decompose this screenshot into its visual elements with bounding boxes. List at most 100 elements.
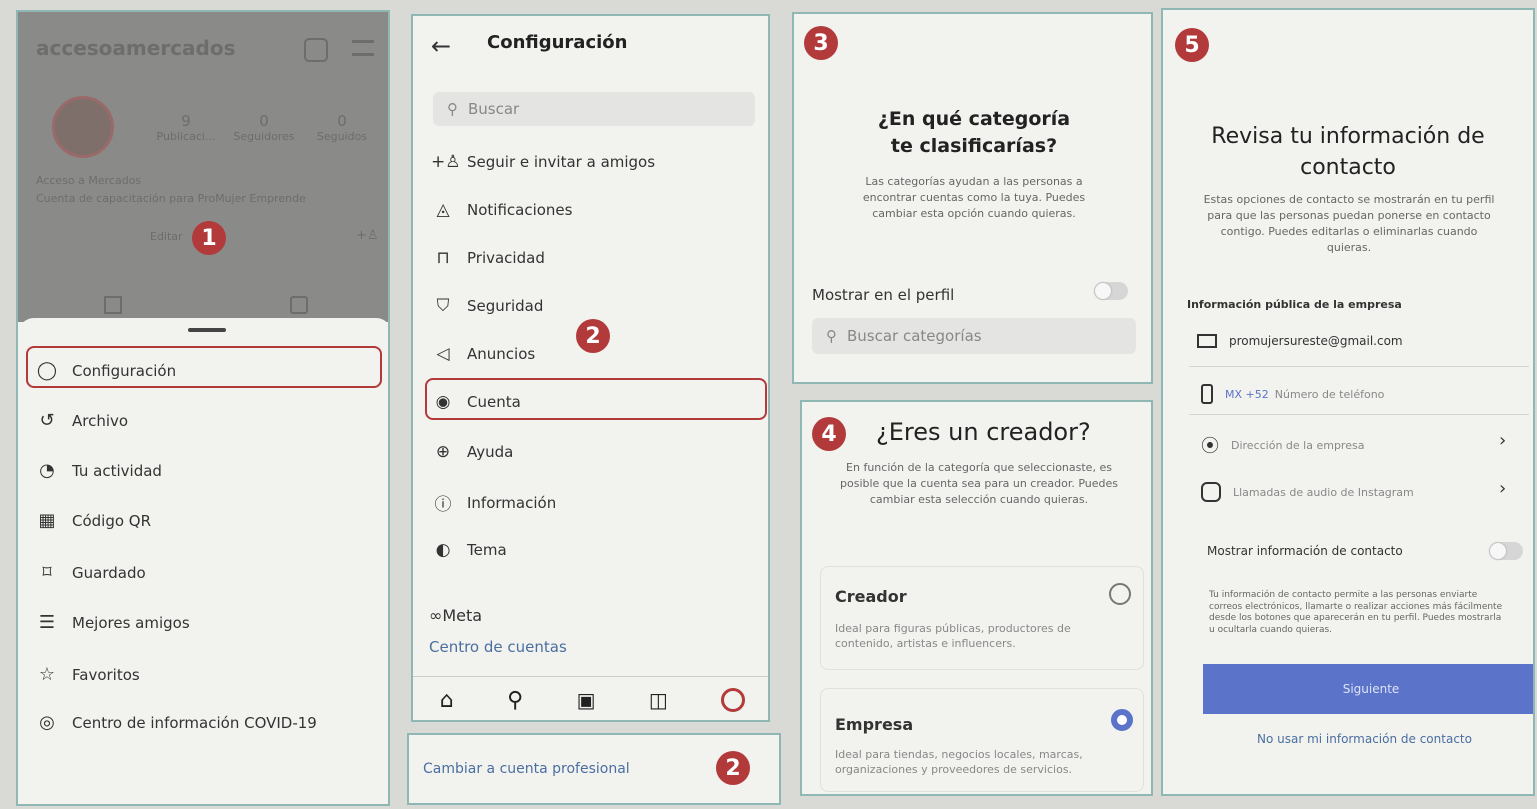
- show-contact-toggle[interactable]: [1489, 542, 1523, 560]
- option-description: Ideal para figuras públicas, productores…: [835, 622, 1071, 651]
- menu-item-tu-actividad[interactable]: ◔ Tu actividad: [34, 460, 162, 481]
- stat-label: Seguidos: [316, 130, 368, 143]
- phone-prefix[interactable]: MX +52: [1225, 388, 1269, 401]
- profile-icon[interactable]: [721, 688, 746, 712]
- settings-search-input[interactable]: ⚲ Buscar: [433, 92, 755, 126]
- category-description: Las categorías ayudan a las personas a e…: [862, 175, 1086, 220]
- back-arrow-icon[interactable]: ←: [431, 32, 451, 60]
- step-badge: 4: [812, 417, 846, 451]
- accounts-center-link[interactable]: Centro de cuentas: [429, 638, 567, 656]
- settings-item-privacidad[interactable]: ⊓ Privacidad: [431, 248, 544, 268]
- phone-icon: [1201, 384, 1213, 404]
- radio-unselected-icon[interactable]: [1109, 583, 1131, 605]
- bio-name: Acceso a Mercados: [36, 174, 142, 187]
- menu-item-configuraci-n[interactable]: ◯ Configuración: [34, 360, 176, 381]
- contact-description: Estas opciones de contacto se mostrarán …: [1203, 193, 1495, 254]
- option-title: Creador: [835, 587, 907, 606]
- tagged-icon[interactable]: [290, 296, 308, 314]
- menu-item-guardado[interactable]: ⌑ Guardado: [34, 562, 146, 583]
- panel-profile-menu: accesoamercados 9 Publicaci... 0 Seguido…: [16, 10, 390, 806]
- phone-placeholder: Número de teléfono: [1274, 387, 1385, 401]
- contact-note: Tu información de contacto permite a las…: [1209, 590, 1503, 636]
- option-card[interactable]: Creador Ideal para figuras públicas, pro…: [820, 566, 1144, 670]
- address-label: Dirección de la empresa: [1231, 438, 1365, 452]
- menu-item-archivo[interactable]: ↺ Archivo: [34, 410, 128, 431]
- stat-number: 0: [259, 112, 269, 130]
- show-contact-label: Mostrar información de contacto: [1207, 544, 1403, 558]
- add-person-icon: +♙: [431, 152, 461, 172]
- lifebuoy-icon: ⊕: [435, 442, 451, 462]
- list-icon: ☰: [38, 612, 56, 633]
- hamburger-menu-icon[interactable]: [352, 40, 374, 56]
- mail-icon: [1197, 334, 1217, 348]
- avatar[interactable]: [52, 96, 114, 158]
- settings-icon: ◯: [36, 360, 58, 381]
- reels-icon[interactable]: ▣: [577, 688, 596, 712]
- search-icon[interactable]: ⚲: [507, 688, 523, 713]
- settings-item-notificaciones[interactable]: ◬ Notificaciones: [431, 200, 572, 220]
- settings-item-label: Tema: [467, 541, 507, 559]
- add-person-icon[interactable]: +♙: [356, 228, 379, 243]
- phone-field[interactable]: MX +52 Número de teléfono: [1201, 384, 1384, 404]
- profile-stat[interactable]: 9 Publicaci...: [146, 112, 226, 143]
- location-pin-icon: ⦿: [1201, 436, 1219, 457]
- chevron-right-icon[interactable]: ›: [1499, 430, 1506, 451]
- profile-username[interactable]: accesoamercados: [36, 36, 236, 60]
- grid-icon[interactable]: [104, 296, 122, 314]
- show-in-profile-label: Mostrar en el perfil: [812, 286, 955, 304]
- stat-label: Publicaci...: [156, 130, 216, 143]
- step-badge: 3: [804, 26, 838, 60]
- divider: [1189, 414, 1529, 415]
- section-heading: Información pública de la empresa: [1187, 298, 1402, 311]
- settings-item-seguir-e-invitar-a-amigos[interactable]: +♙ Seguir e invitar a amigos: [431, 152, 655, 172]
- menu-item-mejores-amigos[interactable]: ☰ Mejores amigos: [34, 612, 190, 633]
- menu-item-centro-de-informaci-n-covid-19[interactable]: ◎ Centro de información COVID-19: [34, 712, 317, 733]
- settings-item-label: Anuncios: [467, 345, 536, 363]
- megaphone-icon: ◁: [436, 344, 450, 364]
- search-icon: ⚲: [447, 100, 458, 118]
- switch-professional-link[interactable]: Cambiar a cuenta profesional: [423, 761, 630, 777]
- search-placeholder: Buscar: [468, 100, 520, 118]
- sheet-handle[interactable]: [188, 328, 226, 332]
- option-card[interactable]: Empresa Ideal para tiendas, negocios loc…: [820, 688, 1144, 792]
- show-in-profile-toggle[interactable]: [1094, 282, 1128, 300]
- settings-item-informaci-n[interactable]: ⓘ Información: [431, 490, 557, 516]
- meta-label: Meta: [442, 606, 483, 625]
- category-title: ¿En qué categoría te clasificarías?: [877, 108, 1071, 157]
- category-search-input[interactable]: ⚲ Buscar categorías: [812, 318, 1136, 354]
- instagram-icon: [1201, 482, 1221, 502]
- step-badge: 5: [1175, 28, 1209, 62]
- creator-title: ¿Eres un creador?: [876, 418, 1091, 446]
- menu-item-label: Mejores amigos: [72, 613, 190, 632]
- edit-profile-button[interactable]: Editar: [150, 230, 183, 243]
- divider: [1189, 366, 1529, 367]
- menu-item-label: Favoritos: [72, 665, 140, 684]
- add-post-icon[interactable]: [304, 38, 328, 62]
- skip-contact-link[interactable]: No usar mi información de contacto: [1257, 732, 1472, 746]
- next-button[interactable]: Siguiente: [1203, 664, 1533, 714]
- address-row[interactable]: ⦿ Dirección de la empresa: [1201, 432, 1364, 458]
- settings-item-ayuda[interactable]: ⊕ Ayuda: [431, 442, 513, 462]
- email-value: promujersureste@gmail.com: [1229, 334, 1403, 348]
- stat-number: 0: [337, 112, 347, 130]
- bell-icon: ◬: [436, 200, 450, 220]
- shop-icon[interactable]: ◫: [649, 688, 668, 712]
- settings-item-label: Ayuda: [467, 443, 514, 461]
- profile-stat[interactable]: 0 Seguidos: [302, 112, 382, 143]
- menu-item-c-digo-qr[interactable]: ▦ Código QR: [34, 510, 151, 531]
- menu-item-label: Guardado: [72, 563, 146, 582]
- menu-item-label: Archivo: [72, 411, 129, 430]
- profile-stat[interactable]: 0 Seguidores: [224, 112, 304, 143]
- settings-item-seguridad[interactable]: ⛉ Seguridad: [431, 296, 544, 316]
- settings-item-anuncios[interactable]: ◁ Anuncios: [431, 344, 535, 364]
- settings-item-tema[interactable]: ◐ Tema: [431, 540, 507, 560]
- radio-selected-icon[interactable]: [1111, 709, 1133, 731]
- instagram-calls-row[interactable]: Llamadas de audio de Instagram: [1201, 482, 1414, 502]
- menu-item-favoritos[interactable]: ☆ Favoritos: [34, 664, 140, 685]
- menu-item-label: Centro de información COVID-19: [72, 713, 317, 732]
- next-button-label: Siguiente: [1342, 682, 1400, 696]
- chevron-right-icon[interactable]: ›: [1499, 478, 1506, 499]
- email-field[interactable]: promujersureste@gmail.com: [1197, 334, 1403, 348]
- info-center-icon: ◎: [39, 712, 55, 733]
- home-icon[interactable]: ⌂: [440, 688, 454, 713]
